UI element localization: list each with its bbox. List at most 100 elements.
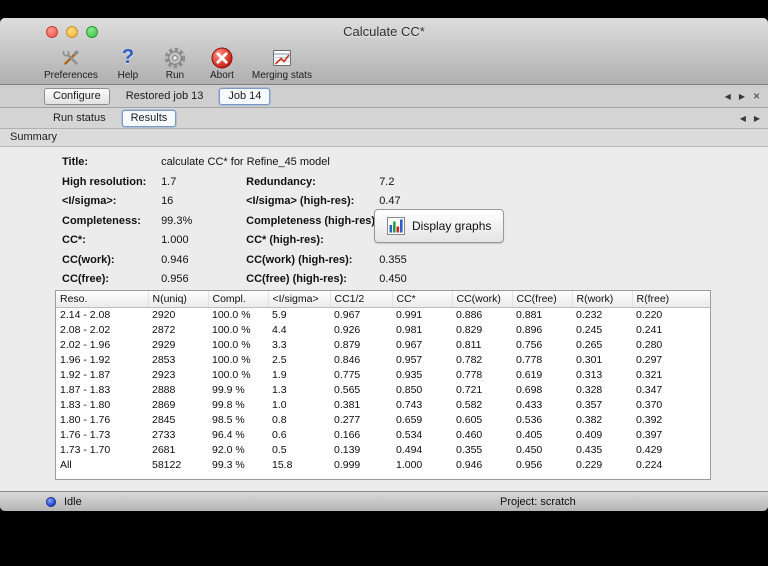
- table-cell: 99.3 %: [212, 459, 245, 471]
- table-cell: 2.08 - 2.02: [60, 324, 111, 336]
- summary-label: CC(work) (high-res):: [246, 253, 353, 266]
- table-row[interactable]: 2.08 - 2.02 2872 100.0 % 4.4 0.926 0.981 0.829…: [56, 323, 710, 338]
- table-row[interactable]: 1.96 - 1.92 2853 100.0 % 2.5 0.846 0.957 0.782…: [56, 353, 710, 368]
- run-button[interactable]: Run: [158, 46, 192, 81]
- table-cell: 2929: [152, 339, 176, 351]
- table-cell: 0.886: [456, 309, 483, 321]
- table-cell: 0.450: [516, 444, 543, 456]
- summary-row: High resolution: 1.7 Redundancy: 7.2: [62, 173, 410, 193]
- table-row[interactable]: 1.76 - 1.73 2733 96.4 % 0.6 0.166 0.534 0.460 0…: [56, 428, 710, 443]
- table-cell: 100.0 %: [212, 339, 251, 351]
- table-cell: 1.000: [396, 459, 423, 471]
- table-row[interactable]: 1.87 - 1.83 2888 99.9 % 1.3 0.565 0.850 0.721 0…: [56, 383, 710, 398]
- table-cell: 0.935: [396, 369, 423, 381]
- table-cell: 0.582: [456, 399, 483, 411]
- nav-right-icon[interactable]: ▶: [754, 114, 760, 123]
- table-cell: 0.229: [576, 459, 603, 471]
- table-cell: 0.280: [636, 339, 663, 351]
- table-cell: 0.534: [396, 429, 423, 441]
- tab-restored-job-13[interactable]: Restored job 13: [117, 88, 213, 105]
- table-cell: 0.881: [516, 309, 543, 321]
- nav-right-icon[interactable]: ▶: [739, 92, 745, 101]
- table-cell: 100.0 %: [212, 369, 251, 381]
- table-header-cell[interactable]: N(uniq): [148, 291, 209, 308]
- table-cell: 0.409: [576, 429, 603, 441]
- table-row[interactable]: 1.80 - 1.76 2845 98.5 % 0.8 0.277 0.659 0.605 0…: [56, 413, 710, 428]
- bar-chart-icon: [387, 217, 405, 235]
- table-cell: 0.355: [456, 444, 483, 456]
- minimize-button[interactable]: [66, 26, 78, 38]
- toolbar-label: Preferences: [44, 70, 98, 81]
- table-cell: 100.0 %: [212, 354, 251, 366]
- display-graphs-button[interactable]: Display graphs: [374, 209, 505, 243]
- table-header-row: Reso. N(uniq) Compl. <I/sigma> CC1/2 CC* CC(wo…: [56, 291, 710, 308]
- table-header-cell[interactable]: <I/sigma>: [268, 291, 331, 308]
- toolbar-label: Help: [117, 70, 139, 81]
- table-row[interactable]: All 58122 99.3 % 15.8 0.999 1.000 0.946 0.956 0.…: [56, 458, 710, 473]
- merging-stats-button[interactable]: Merging stats: [252, 46, 312, 81]
- table-cell: 0.879: [334, 339, 361, 351]
- traffic-lights: [46, 26, 98, 38]
- zoom-button[interactable]: [86, 26, 98, 38]
- table-cell: 0.297: [636, 354, 663, 366]
- table-cell: 0.433: [516, 399, 543, 411]
- summary-row: CC(work): 0.946 CC(work) (high-res): 0.3…: [62, 251, 410, 271]
- nav-left-icon[interactable]: ◀: [725, 92, 731, 101]
- summary-title-row: Title: calculate CC* for Refine_45 model: [62, 153, 410, 173]
- help-button[interactable]: ? Help: [111, 46, 145, 81]
- table-row[interactable]: 2.14 - 2.08 2920 100.0 % 5.9 0.967 0.991 0.886…: [56, 308, 710, 324]
- table-cell: 0.429: [636, 444, 663, 456]
- table-cell: 0.321: [636, 369, 663, 381]
- abort-button[interactable]: Abort: [205, 46, 239, 81]
- summary-value: 0.946: [161, 253, 189, 266]
- table-cell: 0.328: [576, 384, 603, 396]
- table-row[interactable]: 2.02 - 1.96 2929 100.0 % 3.3 0.879 0.967 0.811…: [56, 338, 710, 353]
- table-row[interactable]: 1.92 - 1.87 2923 100.0 % 1.9 0.775 0.935 0.778…: [56, 368, 710, 383]
- app-window: Calculate CC* Preferences ? Help Run Abo…: [0, 18, 768, 511]
- summary-label: Completeness (high-res):: [246, 214, 379, 227]
- table-header-cell[interactable]: CC*: [392, 291, 453, 308]
- table-cell: 1.76 - 1.73: [60, 429, 111, 441]
- table-header-cell[interactable]: CC(work): [452, 291, 513, 308]
- view-tab-bar: Run status Results ◀ ▶: [0, 108, 768, 129]
- tab-job-14[interactable]: Job 14: [219, 87, 271, 105]
- table-cell: 0.896: [516, 324, 543, 336]
- close-button[interactable]: [46, 26, 58, 38]
- nav-left-icon[interactable]: ◀: [740, 114, 746, 123]
- table-cell: 0.778: [516, 354, 543, 366]
- preferences-button[interactable]: Preferences: [44, 46, 98, 81]
- abort-icon: [210, 46, 234, 70]
- table-cell: 0.743: [396, 399, 423, 411]
- table-header-cell[interactable]: Compl.: [208, 291, 269, 308]
- summary-label: <I/sigma>:: [62, 195, 117, 207]
- table-cell: 2923: [152, 369, 176, 381]
- job-tab-nav: ◀ ▶ ×: [725, 85, 760, 107]
- tab-configure[interactable]: Configure: [44, 87, 110, 105]
- table-cell: 0.370: [636, 399, 663, 411]
- close-tab-icon[interactable]: ×: [753, 90, 760, 102]
- table-row[interactable]: 1.73 - 1.70 2681 92.0 % 0.5 0.139 0.494 0.355 0…: [56, 443, 710, 458]
- summary-section-header: Summary: [0, 129, 768, 147]
- table-cell: 0.392: [636, 414, 663, 426]
- table-header-cell[interactable]: Reso.: [56, 291, 149, 308]
- help-icon: ?: [121, 46, 135, 68]
- toolbar-label: Run: [165, 70, 185, 81]
- table-cell: 0.357: [576, 399, 603, 411]
- tab-run-status[interactable]: Run status: [44, 110, 115, 127]
- table-cell: 2733: [152, 429, 176, 441]
- table-cell: 1.83 - 1.80: [60, 399, 111, 411]
- status-bar: Idle Project: scratch: [0, 491, 768, 511]
- window-title: Calculate CC*: [343, 24, 425, 39]
- window-chrome: Calculate CC* Preferences ? Help Run Abo…: [0, 18, 768, 85]
- table-cell: 0.241: [636, 324, 663, 336]
- table-cell: 1.3: [272, 384, 287, 396]
- table-header-cell[interactable]: CC(free): [512, 291, 573, 308]
- summary-section-label: Summary: [10, 131, 58, 143]
- summary-label: CC(free) (high-res):: [246, 273, 347, 285]
- table-header-cell[interactable]: CC1/2: [330, 291, 393, 308]
- table-header-cell[interactable]: R(free): [632, 291, 710, 308]
- toolbar-label: Abort: [209, 70, 234, 81]
- table-header-cell[interactable]: R(work): [572, 291, 633, 308]
- table-row[interactable]: 1.83 - 1.80 2869 99.8 % 1.0 0.381 0.743 0.582 0…: [56, 398, 710, 413]
- tab-results[interactable]: Results: [121, 109, 177, 127]
